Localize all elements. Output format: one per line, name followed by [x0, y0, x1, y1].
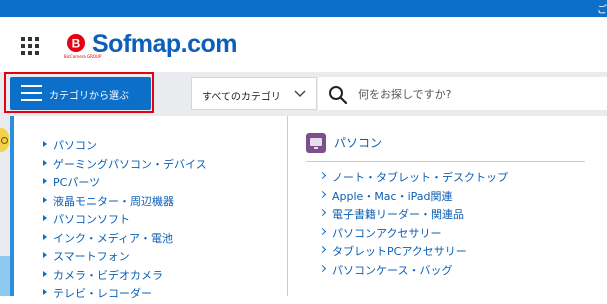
subcategory-item-notebook[interactable]: ノート・タブレット・デスクトップ	[318, 169, 508, 188]
category-item-pc[interactable]: パソコン	[43, 137, 207, 156]
search-input[interactable]	[358, 84, 598, 104]
category-item-gaming-pc[interactable]: ゲーミングパソコン・デバイス	[43, 156, 207, 175]
subcategory-item-label: ノート・タブレット・デスクトップ	[332, 171, 508, 184]
category-item-software[interactable]: パソコンソフト	[43, 211, 207, 230]
category-list: パソコン ゲーミングパソコン・デバイス PCパーツ 液晶モニター・周辺機器 パソ…	[43, 137, 207, 304]
category-button-label: カテゴリから選ぶ	[49, 91, 129, 102]
category-item-label: PCパーツ	[53, 176, 101, 189]
hamburger-icon	[21, 85, 42, 102]
triangle-right-icon	[43, 215, 47, 221]
category-item-label: パソコンソフト	[53, 213, 130, 226]
chevron-down-icon	[294, 90, 306, 97]
triangle-right-icon	[43, 141, 47, 147]
category-item-label: ゲーミングパソコン・デバイス	[53, 157, 207, 171]
category-item-label: 液晶モニター・周辺機器	[53, 194, 174, 208]
subcategory-list: ノート・タブレット・デスクトップ Apple・Mac・iPad関連 電子書籍リー…	[318, 169, 508, 281]
chevron-right-icon	[318, 264, 327, 272]
triangle-right-icon	[43, 196, 47, 203]
category-item-tv[interactable]: テレビ・レコーダー	[43, 285, 207, 304]
computer-icon	[306, 133, 326, 153]
search-icon[interactable]	[328, 85, 348, 105]
triangle-right-icon	[43, 252, 47, 258]
subcategory-item-ebook[interactable]: 電子書籍リーダー・関連品	[318, 206, 508, 225]
category-item-label: インク・メディア・電池	[53, 231, 174, 245]
category-menu-button[interactable]: カテゴリから選ぶ	[10, 77, 151, 110]
search-scope-select[interactable]: すべてのカテゴリ	[191, 77, 317, 110]
search-box	[318, 77, 607, 110]
triangle-right-icon	[43, 178, 47, 184]
subcategory-item-pc-accessory[interactable]: パソコンアクセサリー	[318, 225, 508, 244]
logo-wordmark: Sofmap.com	[92, 30, 238, 58]
subcategory-item-label: パソコンアクセサリー	[332, 226, 442, 240]
category-item-ink-media[interactable]: インク・メディア・電池	[43, 230, 207, 249]
triangle-right-icon	[43, 233, 47, 240]
category-item-label: テレビ・レコーダー	[53, 287, 152, 300]
search-scope-value: すべてのカテゴリ	[202, 92, 281, 103]
triangle-right-icon	[43, 289, 47, 295]
category-item-monitors[interactable]: 液晶モニター・周辺機器	[43, 193, 207, 212]
site-header: B BicCamera GROUP Sofmap.com	[0, 17, 607, 72]
chevron-right-icon	[318, 171, 327, 180]
grid-menu-icon[interactable]	[21, 37, 39, 55]
top-utility-text[interactable]: ご	[597, 1, 607, 16]
subcategory-title: パソコン	[334, 136, 383, 150]
subcategory-item-label: 電子書籍リーダー・関連品	[332, 208, 464, 221]
category-item-label: スマートフォン	[53, 250, 130, 263]
category-item-label: パソコン	[53, 139, 97, 152]
subcategory-item-tablet-accessory[interactable]: タブレットPCアクセサリー	[318, 243, 508, 262]
subcategory-item-label: タブレットPCアクセサリー	[332, 245, 467, 258]
subcategory-item-apple[interactable]: Apple・Mac・iPad関連	[318, 188, 508, 207]
category-item-smartphone[interactable]: スマートフォン	[43, 248, 207, 267]
subcategory-divider	[306, 161, 585, 162]
svg-text:B: B	[72, 37, 81, 51]
category-item-label: カメラ・ビデオカメラ	[53, 268, 163, 282]
left-light-strip	[0, 256, 10, 296]
biccamera-logo-icon: B	[67, 34, 85, 52]
chevron-right-icon	[318, 208, 327, 217]
triangle-right-icon	[43, 270, 47, 277]
subcategory-item-label: パソコンケース・バッグ	[332, 263, 453, 277]
top-utility-bar: ご	[0, 0, 607, 17]
subcategory-item-pc-case[interactable]: パソコンケース・バッグ	[318, 262, 508, 281]
navigation-bar: カテゴリから選ぶ すべてのカテゴリ	[0, 72, 607, 116]
chevron-right-icon	[318, 227, 327, 235]
category-item-camera[interactable]: カメラ・ビデオカメラ	[43, 267, 207, 286]
subcategory-item-label: Apple・Mac・iPad関連	[332, 189, 453, 203]
triangle-right-icon	[43, 159, 47, 166]
menu-column-divider	[287, 116, 288, 296]
chevron-right-icon	[318, 245, 327, 254]
chevron-right-icon	[318, 190, 327, 198]
category-item-pc-parts[interactable]: PCパーツ	[43, 174, 207, 193]
